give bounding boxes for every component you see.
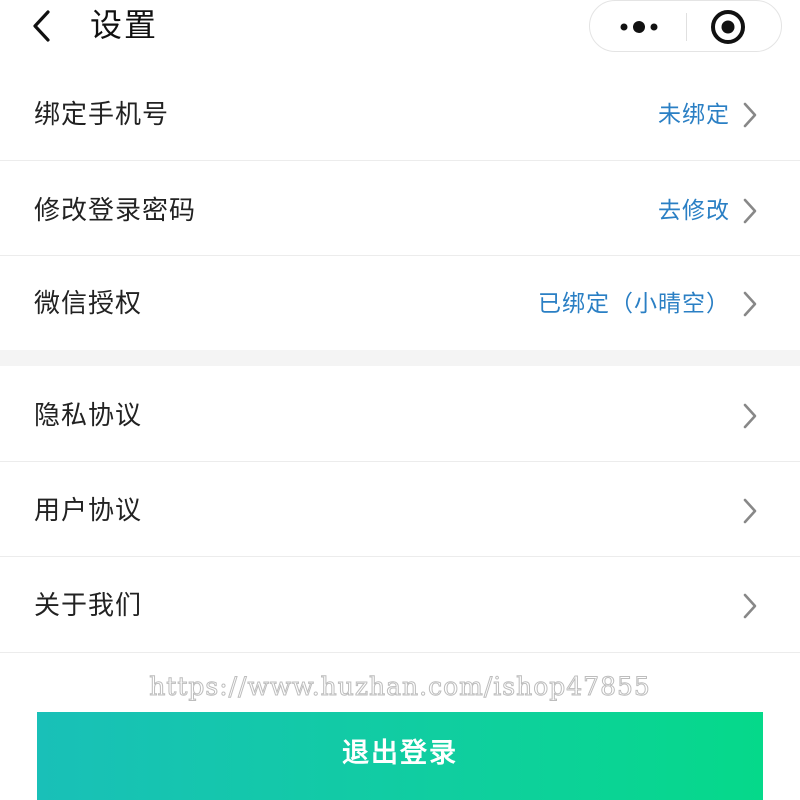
row-label: 绑定手机号 (34, 100, 170, 130)
settings-row-bind-phone[interactable]: 绑定手机号 未绑定 (0, 68, 800, 161)
row-label: 用户协议 (34, 496, 143, 526)
back-button[interactable] (22, 2, 66, 46)
settings-row-wechat-auth[interactable]: 微信授权 已绑定（小晴空） (0, 256, 800, 350)
chevron-right-icon (743, 498, 757, 524)
capsule-divider (686, 13, 687, 41)
row-divider (0, 652, 800, 653)
chevron-right-icon (743, 403, 757, 429)
settings-row-change-password[interactable]: 修改登录密码 去修改 (0, 161, 800, 256)
row-value: 未绑定 (658, 102, 730, 128)
settings-row-privacy-policy[interactable]: 隐私协议 (0, 366, 800, 462)
row-label: 关于我们 (34, 591, 143, 621)
row-value: 已绑定（小晴空） (538, 291, 730, 317)
chevron-left-icon (33, 10, 50, 42)
logout-button[interactable]: 退出登录 (37, 712, 763, 800)
settings-row-user-agreement[interactable]: 用户协议 (0, 462, 800, 557)
row-label: 隐私协议 (34, 401, 143, 431)
page-title: 设置 (90, 6, 159, 44)
chevron-right-icon (743, 291, 757, 317)
row-value: 去修改 (658, 198, 730, 224)
chevron-right-icon (743, 198, 757, 224)
row-label: 微信授权 (34, 289, 143, 319)
close-miniprogram-button[interactable] (708, 7, 748, 47)
more-button[interactable] (608, 9, 668, 45)
settings-row-about-us[interactable]: 关于我们 (0, 557, 800, 653)
navbar: 设置 (0, 0, 800, 52)
watermark-text: https://www.huzhan.com/ishop47855 (149, 672, 651, 702)
target-close-icon (711, 10, 745, 44)
chevron-right-icon (743, 102, 757, 128)
chevron-right-icon (743, 593, 757, 619)
more-dots-icon (620, 21, 658, 33)
section-gap (0, 350, 800, 366)
miniprogram-capsule (589, 0, 782, 52)
row-label: 修改登录密码 (34, 196, 197, 226)
